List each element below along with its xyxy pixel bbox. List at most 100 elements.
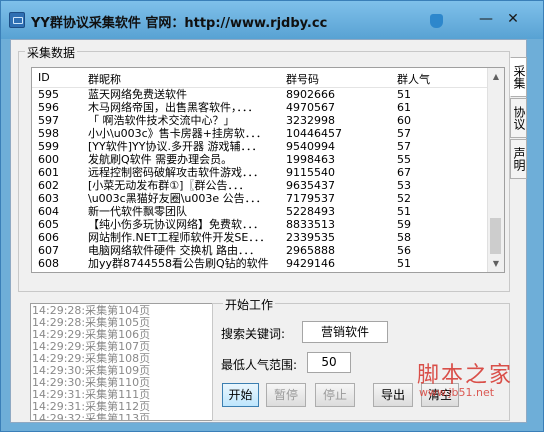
table-row[interactable]: 607 电脑网络软件硬件 交换机 路由．．． 2965888 56 — [32, 244, 490, 257]
table-row[interactable]: 603 \u003c黑猫好友圈\u003e 公告．．． 7179537 52 — [32, 192, 490, 205]
row-name: [YY软件]YY协议.多开器 游戏辅．．． — [88, 140, 263, 153]
list-scrollbar[interactable]: ▲ ▼ — [487, 68, 504, 272]
row-popularity: 51 — [397, 257, 411, 270]
row-number: 7179537 — [286, 192, 335, 205]
row-number: 8833513 — [286, 218, 335, 231]
table-row[interactable]: 606 网站制作.NET工程师软件开发SE．．． 2339535 58 — [32, 231, 490, 244]
pause-button[interactable]: 暂停 — [266, 383, 306, 407]
window-title: YY群协议采集软件 官网：http://www.rjdby.cc — [31, 16, 328, 31]
row-id: 602 — [38, 179, 59, 192]
row-name: 【纯小伤多玩协议网络】免费软．．． — [88, 218, 264, 231]
row-name: 木马网络帝国，出售黑客软件，．．． — [88, 101, 259, 114]
row-number: 9115540 — [286, 166, 335, 179]
row-id: 604 — [38, 205, 59, 218]
row-popularity: 51 — [397, 205, 411, 218]
row-popularity: 61 — [397, 101, 411, 114]
skin-icon[interactable] — [430, 14, 443, 28]
row-id: 599 — [38, 140, 59, 153]
app-window: YY群协议采集软件 官网：http://www.rjdby.cc — ✕ 采集数… — [0, 0, 544, 432]
row-popularity: 59 — [397, 218, 411, 231]
client-area: 采集数据 ID 群昵称 群号码 群人气 595 蓝天网络免费送软件 8902666 5… — [10, 39, 527, 423]
row-number: 9635437 — [286, 179, 335, 192]
row-name: 远程控制密码破解攻击软件游戏．．． — [88, 166, 264, 179]
row-number: 9540994 — [286, 140, 335, 153]
collect-data-group-label: 采集数据 — [25, 44, 78, 61]
stop-button[interactable]: 停止 — [315, 383, 355, 407]
row-name: 新一代软件飘零团队 — [88, 205, 187, 218]
tab-collect[interactable]: 采集 — [510, 57, 527, 97]
column-header-id[interactable]: ID — [38, 71, 86, 84]
app-icon — [9, 12, 25, 28]
row-id: 598 — [38, 127, 59, 140]
scroll-thumb[interactable] — [490, 218, 501, 254]
row-number: 5228493 — [286, 205, 335, 218]
table-row[interactable]: 600 发航刷Q软件 需要办理会员。 1998463 55 — [32, 153, 490, 166]
log-line: 14:29:32:采集第113页 — [32, 412, 151, 421]
table-row[interactable]: 601 远程控制密码破解攻击软件游戏．．． 9115540 67 — [32, 166, 490, 179]
scroll-up-arrow-icon[interactable]: ▲ — [488, 68, 504, 85]
minimize-button[interactable]: — — [474, 9, 498, 29]
row-name: 「 啊浩软件技术交流中心？」 — [88, 114, 235, 127]
title-bar[interactable]: YY群协议采集软件 官网：http://www.rjdby.cc — ✕ — [1, 1, 543, 39]
table-row[interactable]: 605 【纯小伤多玩协议网络】免费软．．． 8833513 59 — [32, 218, 490, 231]
scroll-down-arrow-icon[interactable]: ▼ — [488, 255, 504, 272]
row-name: 网站制作.NET工程师软件开发SE．．． — [88, 231, 271, 244]
row-popularity: 51 — [397, 88, 411, 101]
row-id: 603 — [38, 192, 59, 205]
start-button[interactable]: 开始 — [222, 383, 259, 407]
table-row[interactable]: 598 小小\u003c》售卡房器+挂房软．．． 10446457 57 — [32, 127, 490, 140]
row-popularity: 58 — [397, 231, 411, 244]
row-id: 607 — [38, 244, 59, 257]
log-box[interactable]: 14:29:28:采集第104页 14:29:28:采集第105页 14:29:29… — [30, 303, 213, 421]
column-header-name[interactable]: 群昵称 — [88, 71, 280, 87]
row-id: 606 — [38, 231, 59, 244]
keyword-input[interactable]: 营销软件 — [302, 321, 388, 343]
row-name: [小菜无动发布群①]〖群公告．．． — [88, 179, 250, 192]
list-header: ID 群昵称 群号码 群人气 — [32, 68, 490, 88]
row-id: 600 — [38, 153, 59, 166]
export-button[interactable]: 导出 — [373, 383, 413, 407]
row-popularity: 52 — [397, 192, 411, 205]
row-number: 4970567 — [286, 101, 335, 114]
keyword-label: 搜索关键词: — [221, 327, 286, 341]
row-name: \u003c黑猫好友圈\u003e 公告．．． — [88, 192, 267, 205]
row-popularity: 56 — [397, 244, 411, 257]
results-list[interactable]: ID 群昵称 群号码 群人气 595 蓝天网络免费送软件 8902666 51 596 木… — [31, 67, 505, 273]
row-name: 蓝天网络免费送软件 — [88, 88, 187, 101]
min-popularity-label: 最低人气范围: — [221, 358, 298, 372]
row-name: 发航刷Q软件 需要办理会员。 — [88, 153, 233, 166]
close-button[interactable]: ✕ — [501, 9, 525, 29]
column-header-popularity[interactable]: 群人气 — [397, 71, 477, 87]
row-popularity: 60 — [397, 114, 411, 127]
table-row[interactable]: 602 [小菜无动发布群①]〖群公告．．． 9635437 53 — [32, 179, 490, 192]
row-number: 1998463 — [286, 153, 335, 166]
table-row[interactable]: 608 加yy群8744558看公告刷Q钻的软件 9429146 51 — [32, 257, 490, 270]
row-number: 2339535 — [286, 231, 335, 244]
table-row[interactable]: 597 「 啊浩软件技术交流中心？」 3232998 60 — [32, 114, 490, 127]
row-number: 8902666 — [286, 88, 335, 101]
row-number: 9429146 — [286, 257, 335, 270]
min-popularity-input[interactable]: 50 — [307, 352, 351, 373]
table-row[interactable]: 599 [YY软件]YY协议.多开器 游戏辅．．． 9540994 57 — [32, 140, 490, 153]
row-popularity: 67 — [397, 166, 411, 179]
tab-protocol[interactable]: 协议 — [510, 98, 527, 138]
row-id: 596 — [38, 101, 59, 114]
table-row[interactable]: 604 新一代软件飘零团队 5228493 51 — [32, 205, 490, 218]
tab-statement[interactable]: 声明 — [510, 139, 527, 179]
row-popularity: 57 — [397, 140, 411, 153]
row-popularity: 55 — [397, 153, 411, 166]
row-id: 605 — [38, 218, 59, 231]
row-id: 601 — [38, 166, 59, 179]
column-header-number[interactable]: 群号码 — [286, 71, 386, 87]
row-popularity: 53 — [397, 179, 411, 192]
row-number: 10446457 — [286, 127, 342, 140]
table-row[interactable]: 595 蓝天网络免费送软件 8902666 51 — [32, 88, 490, 101]
row-name: 电脑网络软件硬件 交换机 路由．．． — [88, 244, 260, 257]
row-name: 小小\u003c》售卡房器+挂房软．．． — [88, 127, 267, 140]
row-id: 608 — [38, 257, 59, 270]
start-work-group-label: 开始工作 — [223, 296, 276, 313]
row-popularity: 57 — [397, 127, 411, 140]
clear-button[interactable]: 清空 — [421, 383, 459, 407]
table-row[interactable]: 596 木马网络帝国，出售黑客软件，．．． 4970567 61 — [32, 101, 490, 114]
row-id: 597 — [38, 114, 59, 127]
